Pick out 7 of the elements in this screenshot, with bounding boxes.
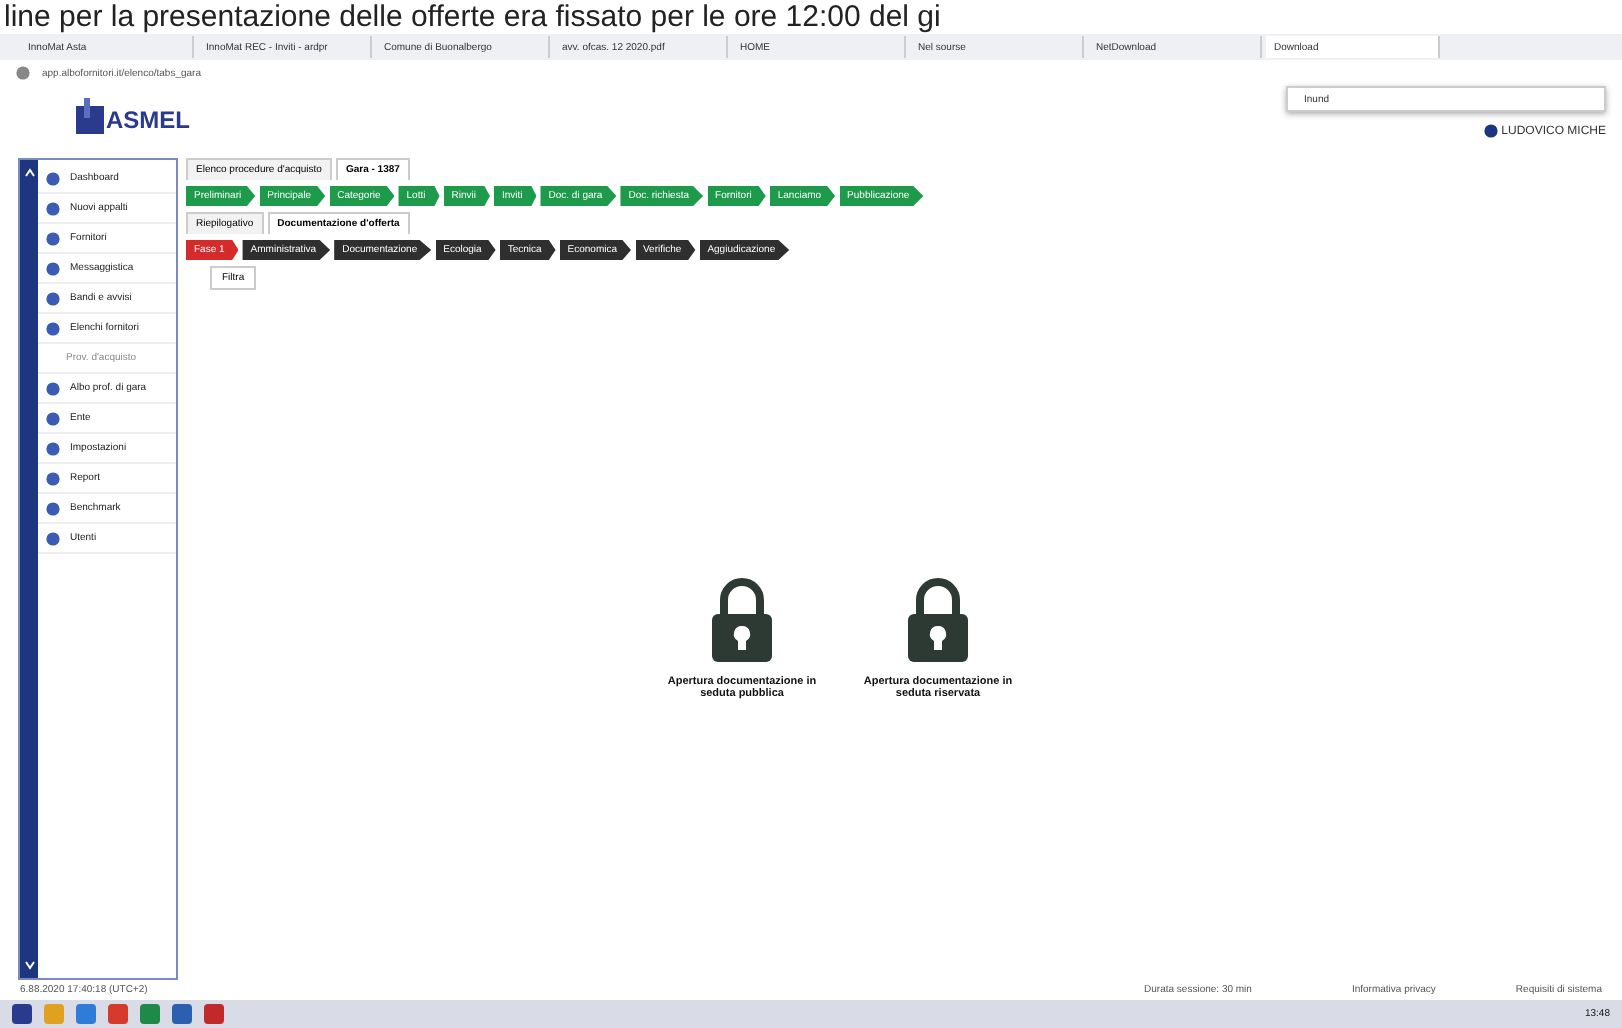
logo: ASMEL [106,106,190,134]
chevron-down-icon[interactable] [23,960,35,970]
padlock-icon [708,576,776,664]
chevron-up-icon[interactable] [23,168,35,178]
document-caption: line per la presentazione delle offerte era fissato per le ore 12:00 del gi [2,0,941,34]
padlock-icon [904,576,972,664]
logo-icon [76,98,104,134]
